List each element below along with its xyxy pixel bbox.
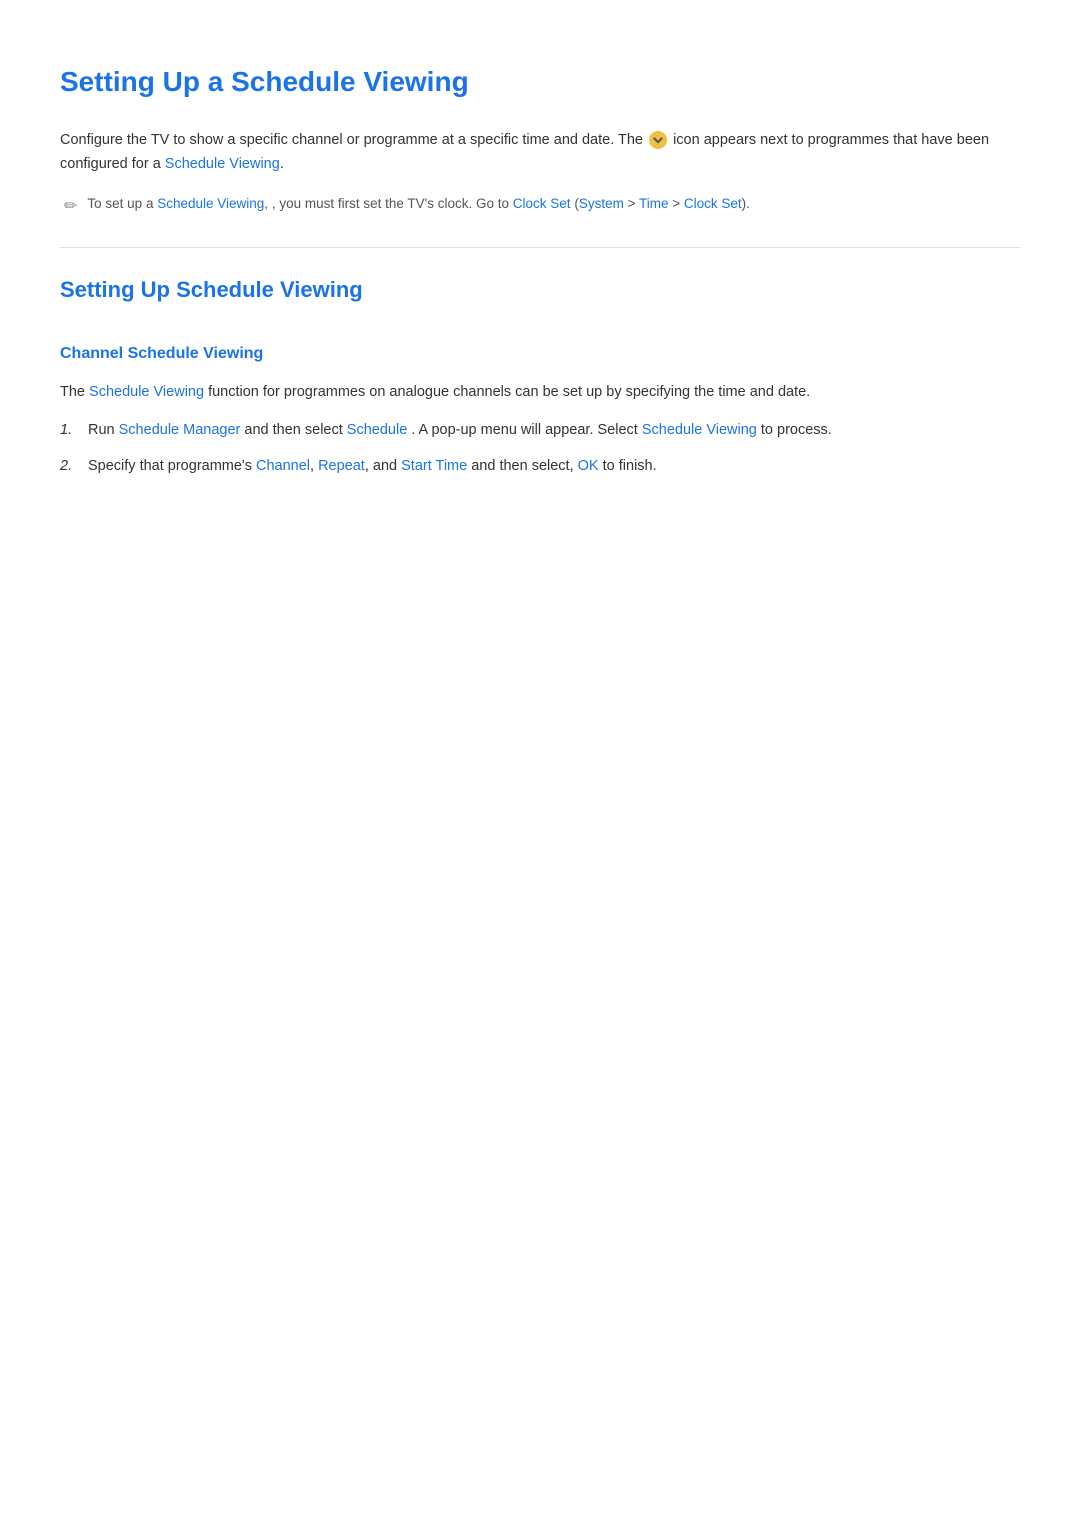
list-item: 1. Run Schedule Manager and then select … (60, 419, 1020, 443)
note-schedule-viewing-link[interactable]: Schedule Viewing (157, 196, 264, 211)
pencil-icon: ✏ (64, 194, 77, 220)
note-clock-set-link[interactable]: Clock Set (513, 196, 571, 211)
step2-prefix: Specify that programme's (88, 458, 252, 474)
subsection-title: Channel Schedule Viewing (60, 341, 1020, 367)
ok-link[interactable]: OK (578, 458, 599, 474)
repeat-link[interactable]: Repeat (318, 458, 365, 474)
step1-end: to process. (761, 422, 832, 438)
schedule-manager-link[interactable]: Schedule Manager (119, 422, 241, 438)
note-arrow1: > (628, 196, 639, 211)
note-comma: , (264, 196, 268, 211)
page-title: Setting Up a Schedule Viewing (60, 60, 1020, 105)
step2-middle: and then select, (471, 458, 577, 474)
channel-link[interactable]: Channel (256, 458, 310, 474)
step2-and: and (373, 458, 401, 474)
step-1-text: Run Schedule Manager and then select Sch… (88, 419, 832, 443)
intro-paragraph: Configure the TV to show a specific chan… (60, 129, 1020, 177)
note-end: ). (742, 196, 750, 211)
step1-schedule-viewing-link[interactable]: Schedule Viewing (642, 422, 757, 438)
step2-comma1: , (310, 458, 314, 474)
intro-text-before: Configure the TV to show a specific chan… (60, 132, 643, 148)
section-title: Setting Up Schedule Viewing (60, 272, 1020, 313)
note-time-link[interactable]: Time (639, 196, 669, 211)
list-item: 2. Specify that programme's Channel, Rep… (60, 455, 1020, 479)
note-clock-set-link2[interactable]: Clock Set (684, 196, 742, 211)
channel-schedule-viewing-link[interactable]: Schedule Viewing (89, 384, 204, 400)
steps-list: 1. Run Schedule Manager and then select … (60, 419, 1020, 479)
step1-after: . A pop-up menu will appear. Select (411, 422, 642, 438)
step-2-number: 2. (60, 455, 78, 479)
intro-period: . (280, 156, 284, 172)
schedule-link[interactable]: Schedule (347, 422, 407, 438)
step2-comma2: , (365, 458, 369, 474)
clock-icon (649, 131, 667, 149)
note-text: To set up a Schedule Viewing, , you must… (87, 193, 750, 215)
section-divider (60, 247, 1020, 248)
channel-intro-before: The (60, 384, 85, 400)
note-system-link[interactable]: System (579, 196, 624, 211)
note-arrow2: > (672, 196, 684, 211)
intro-schedule-viewing-link[interactable]: Schedule Viewing (165, 156, 280, 172)
step1-middle: and then select (244, 422, 346, 438)
note-prefix: To set up a (87, 196, 153, 211)
step1-prefix: Run (88, 422, 115, 438)
note-box: ✏ To set up a Schedule Viewing, , you mu… (60, 193, 1020, 220)
channel-intro-text: The Schedule Viewing function for progra… (60, 381, 1020, 405)
start-time-link[interactable]: Start Time (401, 458, 467, 474)
step2-end: to finish. (603, 458, 657, 474)
note-middle: , you must first set the TV's clock. Go … (272, 196, 509, 211)
step-2-text: Specify that programme's Channel, Repeat… (88, 455, 657, 479)
channel-intro-after: function for programmes on analogue chan… (208, 384, 810, 400)
step-1-number: 1. (60, 419, 78, 443)
